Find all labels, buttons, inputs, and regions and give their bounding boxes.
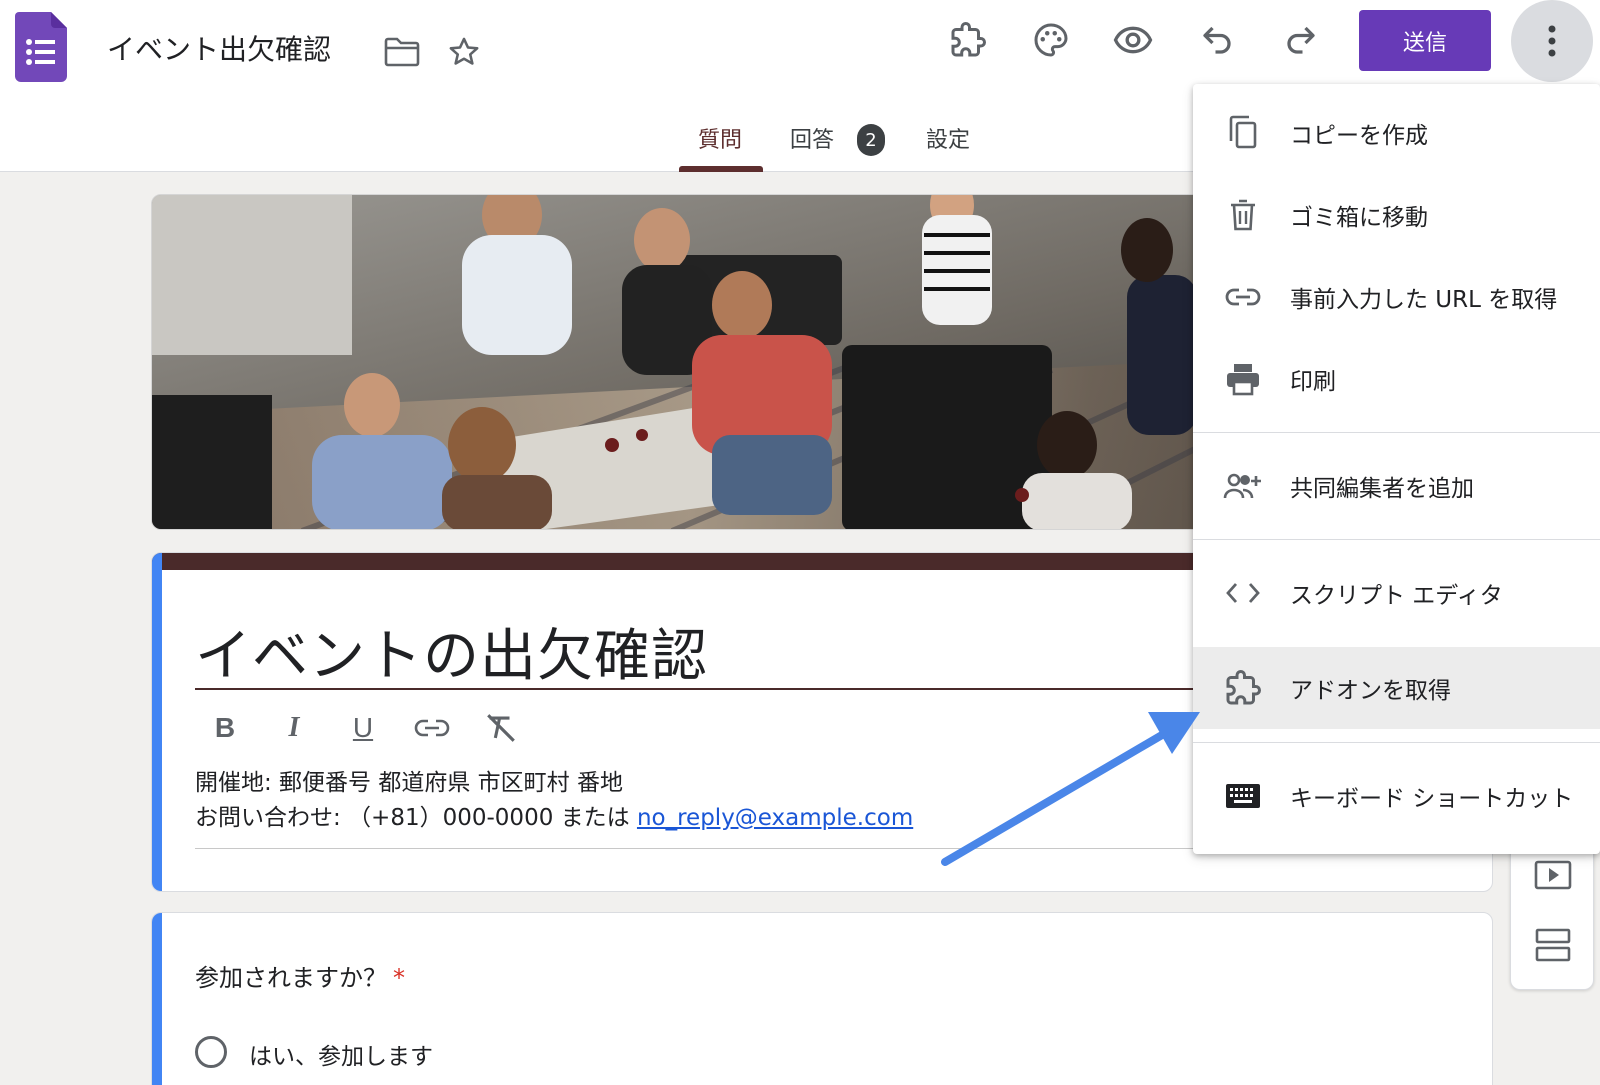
menu-item-script-editor[interactable]: スクリプト エディタ xyxy=(1193,552,1600,634)
menu-item-label: ゴミ箱に移動 xyxy=(1290,205,1428,231)
title-underline xyxy=(195,688,1295,690)
menu-item-get-addons[interactable]: アドオンを取得 xyxy=(1193,647,1600,729)
menu-item-label: 印刷 xyxy=(1290,369,1336,395)
link-icon xyxy=(1221,275,1265,319)
keyboard-icon xyxy=(1221,774,1265,818)
copy-icon xyxy=(1221,111,1265,155)
code-icon xyxy=(1221,571,1265,615)
option-radio[interactable] xyxy=(195,1036,227,1068)
star-icon[interactable] xyxy=(442,30,486,74)
undo-icon[interactable] xyxy=(1193,16,1241,64)
redo-icon[interactable] xyxy=(1277,16,1325,64)
question-card-indicator xyxy=(152,913,162,1085)
description-underline xyxy=(195,848,1295,849)
trash-icon xyxy=(1221,193,1265,237)
more-vert-icon xyxy=(1548,25,1556,57)
addon-puzzle-icon[interactable] xyxy=(944,16,992,64)
tab-questions[interactable]: 質問 xyxy=(698,122,742,154)
document-title[interactable]: イベント出欠確認 xyxy=(107,28,331,68)
question-card[interactable]: 参加されますか？ * はい、参加します xyxy=(151,912,1493,1085)
menu-item-keyboard-shortcuts[interactable]: キーボード ショートカット xyxy=(1193,755,1600,837)
print-icon xyxy=(1221,357,1265,401)
menu-item-make-copy[interactable]: コピーを作成 xyxy=(1193,92,1600,174)
palette-icon[interactable] xyxy=(1027,16,1075,64)
tab-settings[interactable]: 設定 xyxy=(926,122,970,154)
clear-format-icon[interactable] xyxy=(478,705,524,751)
active-tab-indicator xyxy=(679,166,763,172)
menu-item-label: アドオンを取得 xyxy=(1290,678,1451,704)
menu-item-label: キーボード ショートカット xyxy=(1290,786,1574,812)
menu-divider xyxy=(1193,539,1600,540)
contact-email-link[interactable]: no_reply@example.com xyxy=(637,805,913,831)
responses-count-badge: 2 xyxy=(857,124,885,156)
menu-item-label: 事前入力した URL を取得 xyxy=(1290,287,1558,313)
menu-item-print[interactable]: 印刷 xyxy=(1193,338,1600,420)
form-title-input[interactable]: イベントの出欠確認 xyxy=(195,611,708,692)
bold-icon[interactable]: B xyxy=(202,705,248,751)
menu-item-get-prefilled-link[interactable]: 事前入力した URL を取得 xyxy=(1193,256,1600,338)
add-video-icon[interactable] xyxy=(1529,851,1577,899)
question-title: 参加されますか？ * xyxy=(195,958,405,993)
active-card-indicator xyxy=(152,553,162,891)
italic-icon[interactable]: I xyxy=(271,705,317,751)
preview-eye-icon[interactable] xyxy=(1109,16,1157,64)
menu-divider xyxy=(1193,742,1600,743)
menu-item-move-to-trash[interactable]: ゴミ箱に移動 xyxy=(1193,174,1600,256)
required-asterisk: * xyxy=(393,964,405,992)
form-description-line-1[interactable]: 開催地: 郵便番号 都道府県 市区町村 番地 xyxy=(195,763,623,797)
send-button[interactable]: 送信 xyxy=(1359,10,1491,71)
option-label[interactable]: はい、参加します xyxy=(249,1037,433,1071)
more-options-button[interactable] xyxy=(1511,0,1593,82)
tab-responses[interactable]: 回答 xyxy=(790,122,834,154)
forms-logo-icon[interactable] xyxy=(15,12,67,82)
contact-phone-text: お問い合わせ: （+81）000-0000 または xyxy=(195,805,637,831)
question-title-text: 参加されますか？ xyxy=(195,964,387,992)
more-options-menu: コピーを作成 ゴミ箱に移動 事前入力した URL を取得 印刷 共同編集者を追加… xyxy=(1193,84,1600,854)
menu-item-label: スクリプト エディタ xyxy=(1290,583,1503,609)
form-description-line-2[interactable]: お問い合わせ: （+81）000-0000 または no_reply@examp… xyxy=(195,798,913,832)
underline-icon[interactable]: U xyxy=(340,705,386,751)
folder-icon[interactable] xyxy=(380,30,424,74)
add-section-icon[interactable] xyxy=(1529,921,1577,969)
menu-item-label: コピーを作成 xyxy=(1290,123,1428,149)
addon-puzzle-icon xyxy=(1221,666,1265,710)
menu-item-label: 共同編集者を追加 xyxy=(1290,476,1474,502)
menu-divider xyxy=(1193,432,1600,433)
menu-item-add-collaborators[interactable]: 共同編集者を追加 xyxy=(1193,445,1600,527)
link-icon[interactable] xyxy=(409,705,455,751)
add-people-icon xyxy=(1221,464,1265,508)
